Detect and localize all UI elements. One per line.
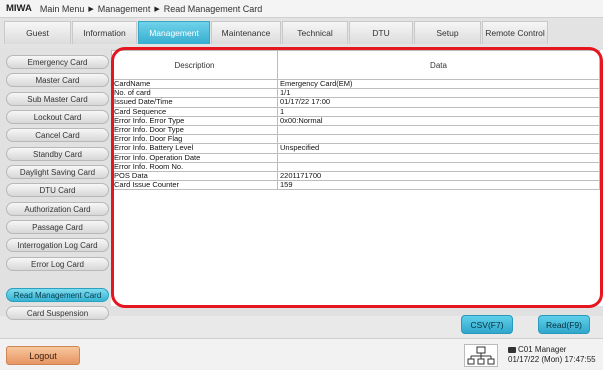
table-row[interactable]: POS Data 2201171700: [111, 170, 600, 182]
tab-guest[interactable]: Guest: [4, 21, 71, 44]
table-row[interactable]: Error Info. Operation Date: [111, 152, 600, 163]
row-data: Emergency Card(EM): [277, 78, 600, 90]
table-row[interactable]: Error Info. Battery Level Unspecified: [111, 143, 600, 154]
breadcrumb-arrow-icon: ▶: [88, 5, 94, 13]
row-description: Card Sequence: [111, 106, 278, 117]
tab-technical[interactable]: Technical: [282, 21, 348, 44]
csv-button[interactable]: CSV(F7): [461, 315, 513, 334]
table-row[interactable]: No. of card 1/1: [111, 88, 600, 99]
row-description: Card Issue Counter: [111, 180, 278, 191]
tab-setup[interactable]: Setup: [414, 21, 481, 44]
table-row[interactable]: Card Sequence 1: [111, 106, 600, 117]
sidebar-item-dtu-card[interactable]: DTU Card: [6, 183, 109, 197]
row-description: POS Data: [111, 170, 278, 182]
user-name: C01 Manager: [518, 345, 567, 354]
table-row[interactable]: CardName Emergency Card(EM): [111, 78, 600, 90]
main-tabs: Guest Information Management Maintenance…: [0, 18, 603, 48]
network-icon[interactable]: [464, 344, 498, 367]
row-data: Unspecified: [277, 143, 600, 154]
id-card-icon: [508, 347, 516, 353]
breadcrumb-current: Read Management Card: [163, 3, 263, 14]
table-row[interactable]: Error Info. Door Type: [111, 124, 600, 136]
row-description: Error Info. Battery Level: [111, 143, 278, 154]
sidebar-item-lockout-card[interactable]: Lockout Card: [6, 110, 109, 124]
table-header-row: Description Data: [111, 50, 600, 80]
row-data: 159: [277, 180, 600, 191]
row-description: Error Info. Door Flag: [111, 134, 278, 145]
breadcrumb-management[interactable]: Management: [98, 4, 151, 14]
tab-dtu[interactable]: DTU: [349, 21, 413, 44]
read-button[interactable]: Read(F9): [538, 315, 590, 334]
row-data: [277, 124, 600, 136]
tab-remote-control[interactable]: Remote Control: [482, 21, 548, 44]
sidebar-item-interrogation-log-card[interactable]: Interrogation Log Card: [6, 238, 109, 252]
row-description: Error Info. Operation Date: [111, 152, 278, 163]
sidebar-item-daylight-saving-card[interactable]: Daylight Saving Card: [6, 165, 109, 179]
row-data: [277, 152, 600, 163]
management-card-table: Description Data CardName Emergency Card(…: [111, 50, 600, 191]
row-description: Error Info. Room No.: [111, 161, 278, 172]
logout-button[interactable]: Logout: [6, 346, 80, 365]
table-row[interactable]: Error Info. Door Flag: [111, 134, 600, 145]
row-data: 2201171700: [277, 170, 600, 182]
tab-management[interactable]: Management: [138, 21, 210, 44]
table-row[interactable]: Error Info. Room No.: [111, 161, 600, 172]
sidebar-item-read-management-card[interactable]: Read Management Card: [6, 288, 109, 302]
table-row[interactable]: Card Issue Counter 159: [111, 180, 600, 191]
sidebar-item-card-suspension[interactable]: Card Suspension: [6, 306, 109, 320]
row-data: 0x00:Normal: [277, 115, 600, 126]
row-description: No. of card: [111, 88, 278, 99]
tab-maintenance[interactable]: Maintenance: [211, 21, 281, 44]
row-data: 1/1: [277, 88, 600, 99]
title-bar: MIWA Main Menu ▶ Management ▶ Read Manag…: [0, 0, 603, 18]
sidebar-item-authorization-card[interactable]: Authorization Card: [6, 202, 109, 216]
row-description: CardName: [111, 78, 278, 90]
table-row[interactable]: Error Info. Error Type 0x00:Normal: [111, 115, 600, 126]
sidebar-item-sub-master-card[interactable]: Sub Master Card: [6, 92, 109, 106]
sidebar-item-standby-card[interactable]: Standby Card: [6, 147, 109, 161]
row-description: Issued Date/Time: [111, 97, 278, 108]
user-info: C01 Manager 01/17/22 (Mon) 17:47:55: [508, 345, 596, 365]
row-description: Error Info. Door Type: [111, 124, 278, 136]
sidebar-item-cancel-card[interactable]: Cancel Card: [6, 128, 109, 142]
sidebar-item-master-card[interactable]: Master Card: [6, 73, 109, 87]
current-datetime: 01/17/22 (Mon) 17:47:55: [508, 355, 596, 364]
column-header-data: Data: [277, 50, 600, 80]
row-data: [277, 134, 600, 145]
row-description: Error Info. Error Type: [111, 115, 278, 126]
table-row[interactable]: Issued Date/Time 01/17/22 17:00: [111, 97, 600, 108]
row-data: 01/17/22 17:00: [277, 97, 600, 108]
sidebar-item-passage-card[interactable]: Passage Card: [6, 220, 109, 234]
sidebar-item-error-log-card[interactable]: Error Log Card: [6, 257, 109, 271]
row-data: [277, 161, 600, 172]
tab-information[interactable]: Information: [72, 21, 137, 44]
column-header-description: Description: [111, 50, 278, 80]
brand-name: MIWA: [6, 3, 32, 14]
breadcrumb-arrow-icon: ▶: [154, 5, 160, 13]
row-data: 1: [277, 106, 600, 117]
breadcrumb-main-menu[interactable]: Main Menu: [40, 4, 85, 14]
sidebar-item-emergency-card[interactable]: Emergency Card: [6, 55, 109, 69]
data-table-panel: Description Data CardName Emergency Card(…: [111, 50, 603, 306]
